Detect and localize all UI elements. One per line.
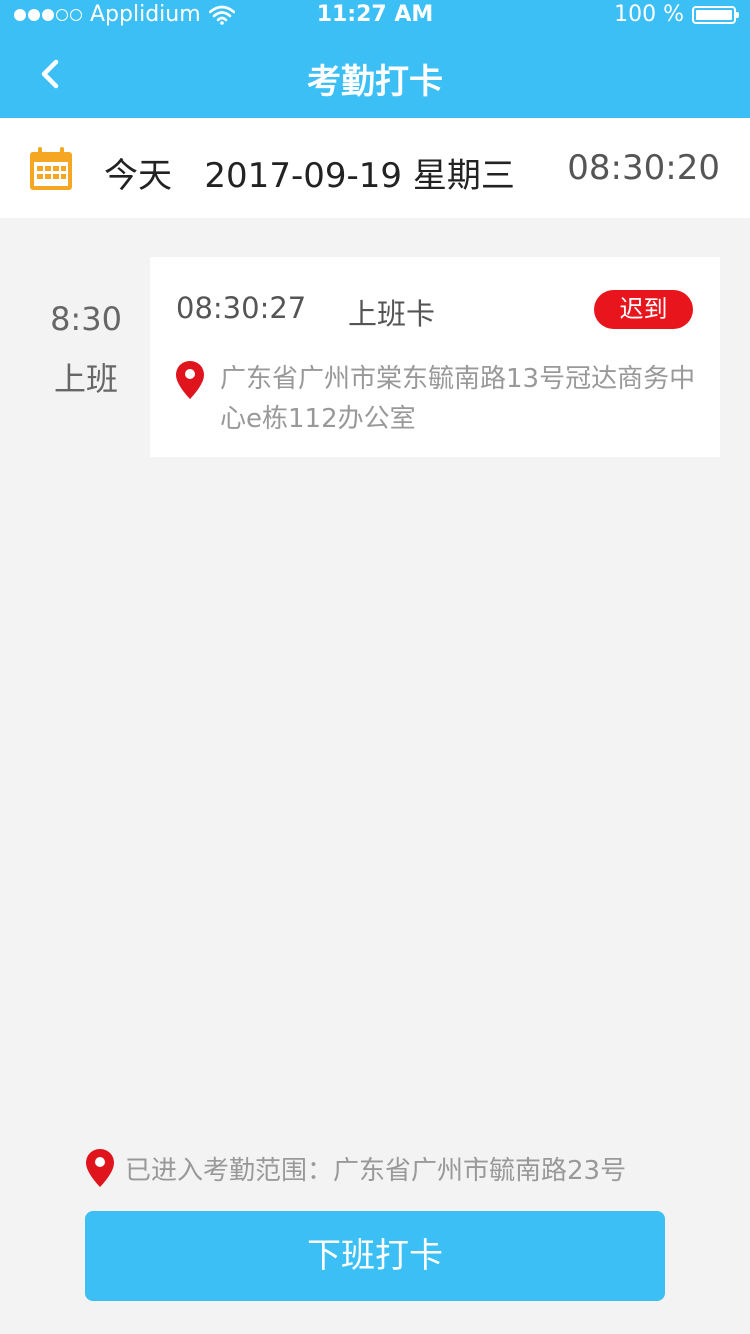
header-bar: Applidium 11:27 AM 100 % 考勤打卡 (0, 0, 750, 118)
nav-bar: 考勤打卡 (0, 40, 750, 110)
geofence-text: 已进入考勤范围：广东省广州市毓南路23号 (125, 1156, 627, 1186)
current-clock: 08:30:20 (567, 148, 720, 188)
punch-type: 上班卡 (348, 297, 436, 331)
punch-address: 广东省广州市棠东毓南路13号冠达商务中心e栋112办公室 (220, 364, 696, 434)
page-title: 考勤打卡 (307, 62, 443, 102)
battery-icon (692, 5, 739, 24)
shift-label: 上班 (53, 360, 118, 398)
scheduled-time: 8:30 (50, 300, 122, 338)
calendar-icon (30, 147, 72, 190)
clock-out-button[interactable]: 下班打卡 (85, 1211, 665, 1301)
punch-time: 08:30:27 (176, 291, 307, 325)
battery-group: 100 % (614, 2, 739, 27)
status-badge: 迟到 (594, 290, 693, 329)
punch-record-card[interactable]: 08:30:27 上班卡 迟到 广东省广州市棠东毓南路13号冠达商务中心e栋11… (150, 257, 720, 457)
location-pin-icon (86, 1149, 114, 1187)
date-label: 今天 2017-09-19 星期三 (104, 156, 515, 196)
location-pin-icon (176, 361, 204, 399)
battery-percent: 100 % (614, 2, 684, 27)
status-bar: Applidium 11:27 AM 100 % (0, 0, 750, 32)
date-bar: 今天 2017-09-19 星期三 08:30:20 (0, 118, 750, 218)
geofence-status: 已进入考勤范围：广东省广州市毓南路23号 (85, 1146, 685, 1190)
